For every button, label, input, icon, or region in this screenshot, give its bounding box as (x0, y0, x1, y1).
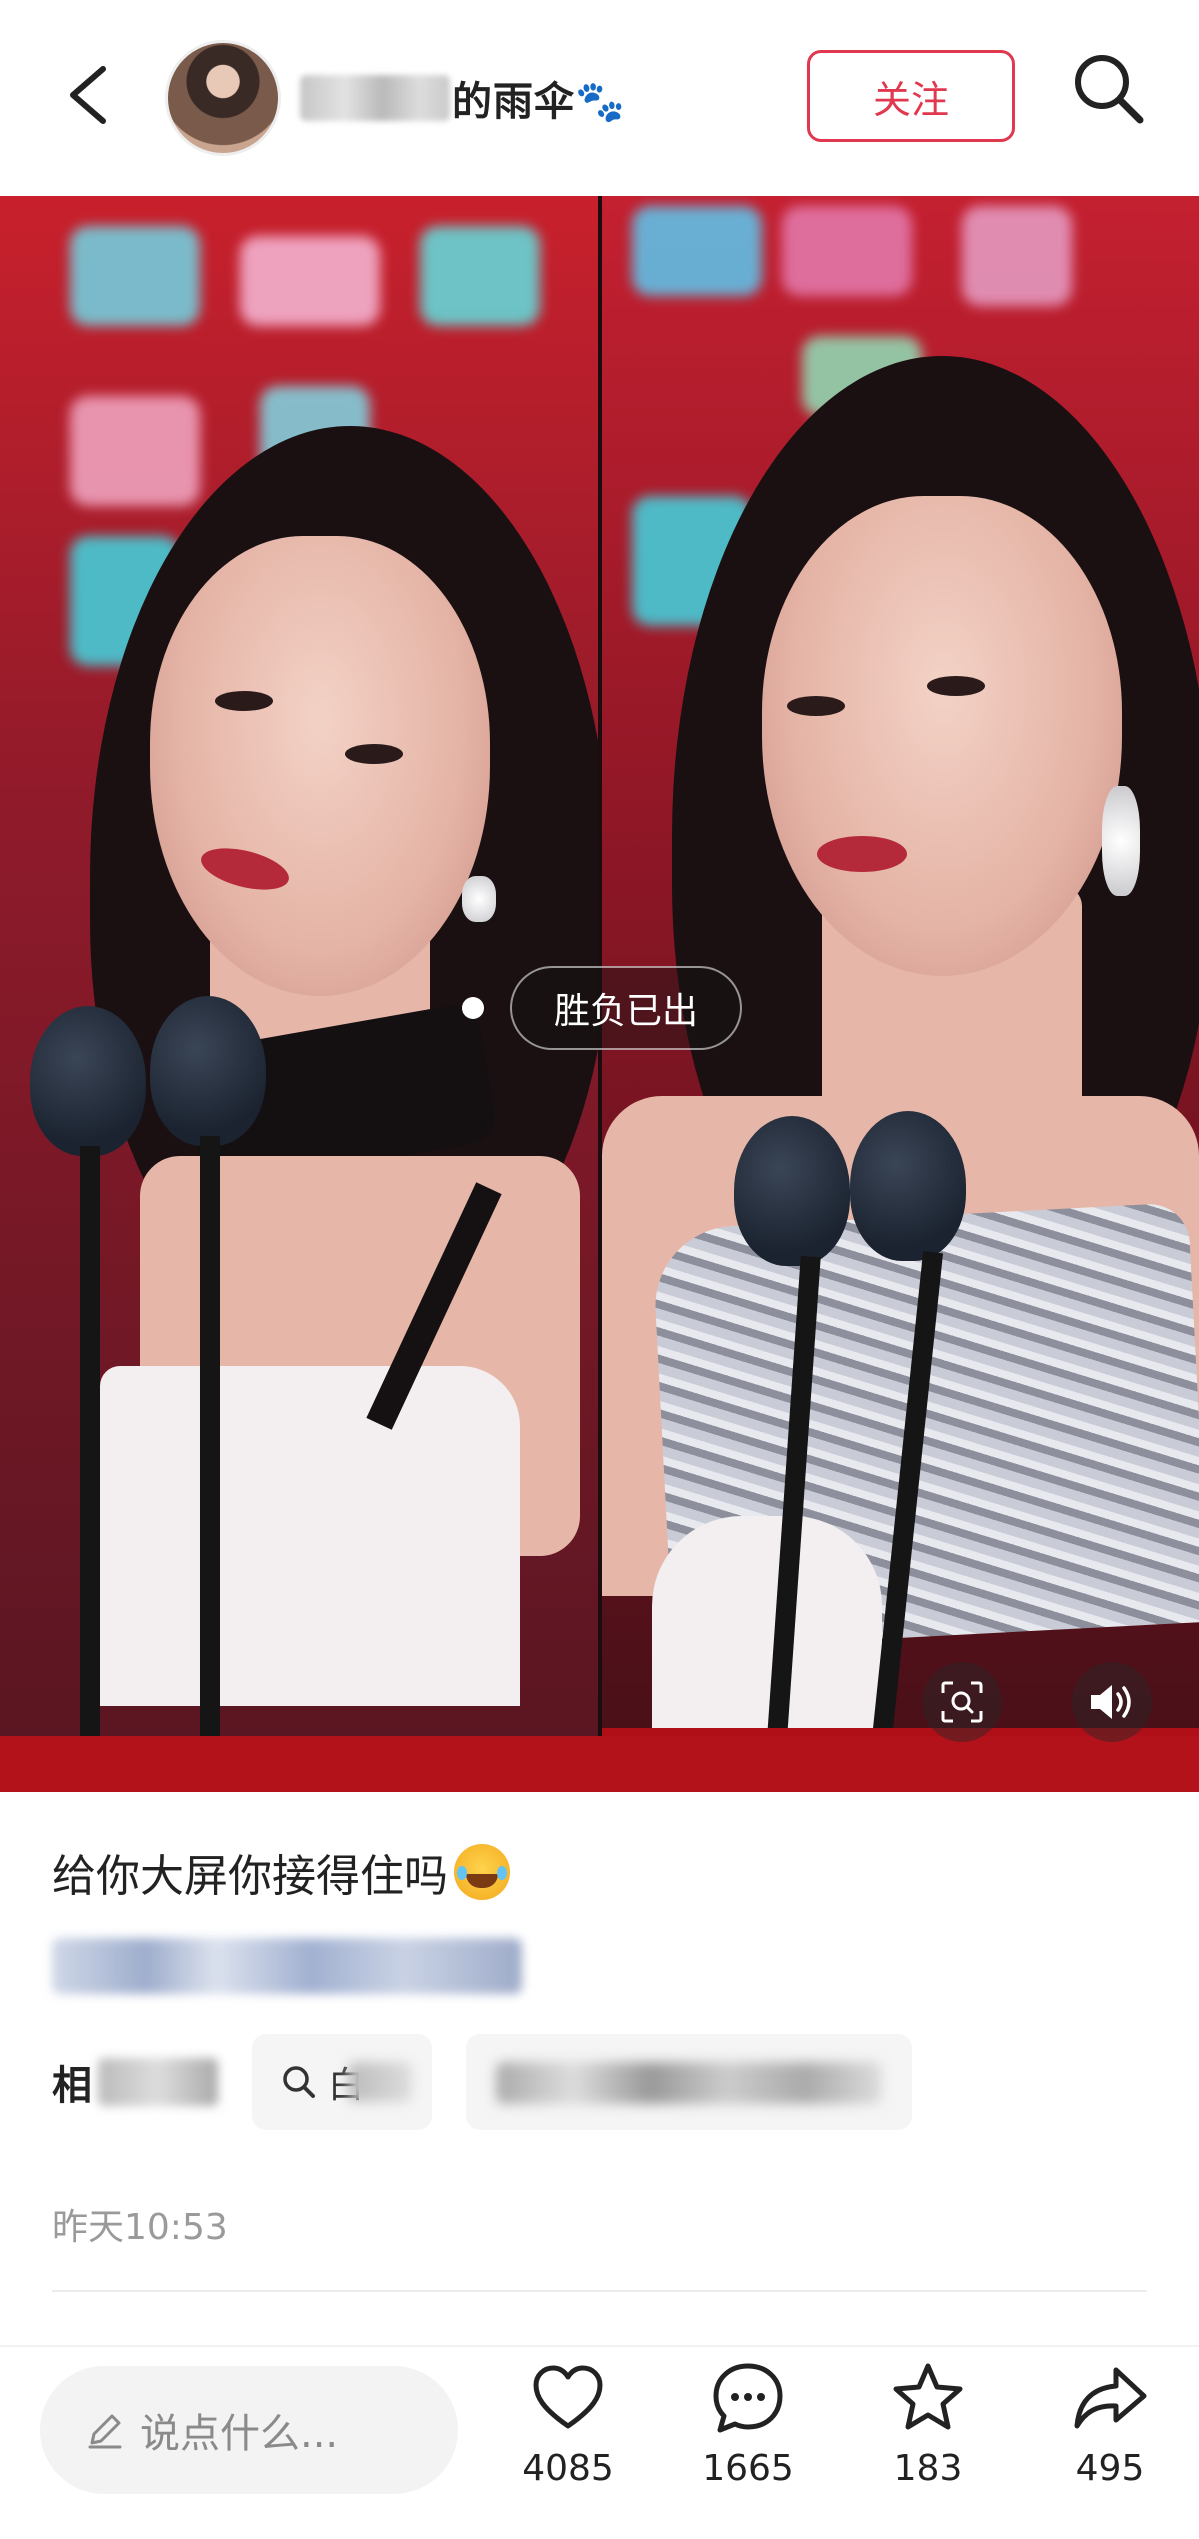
image-tag[interactable]: 胜负已出 (510, 966, 742, 1050)
post-image[interactable]: 胜负已出 (0, 196, 1199, 1792)
related-searches: 相 (52, 2034, 218, 2130)
related-label: 相 (52, 2063, 92, 2109)
laughing-emoji-icon (454, 1844, 510, 1900)
comment-button[interactable]: 1665 (678, 2358, 818, 2508)
comment-input[interactable]: 说点什么... (40, 2366, 458, 2494)
like-count: 4085 (522, 2448, 614, 2489)
image-panel-right (602, 196, 1199, 1728)
chip-text-redacted (348, 2062, 412, 2102)
related-search-chip[interactable]: 白 (252, 2034, 432, 2130)
image-bottom-band (0, 1736, 1199, 1792)
bottom-bar-divider (0, 2345, 1199, 2347)
comment-icon (713, 2363, 783, 2433)
share-count: 495 (1075, 2448, 1145, 2489)
share-icon (1074, 2367, 1147, 2429)
related-search-chip[interactable] (466, 2034, 912, 2130)
image-panel-left (0, 196, 598, 1736)
collect-button[interactable]: 183 (858, 2358, 998, 2508)
tag-anchor-dot[interactable] (462, 997, 484, 1019)
post-detail-page: 的雨伞🐾 关注 胜负已出 给你大屏你接得住吗 相 白 昨天10:53 说点什么.… (0, 0, 1199, 2539)
star-count: 183 (893, 2448, 963, 2489)
search-button[interactable] (1068, 48, 1148, 128)
author-name[interactable]: 的雨伞🐾 (300, 68, 626, 128)
comment-count: 1665 (702, 2448, 794, 2489)
divider (52, 2290, 1147, 2292)
volume-button[interactable] (1072, 1662, 1152, 1742)
post-timestamp: 昨天10:53 (52, 2207, 228, 2248)
username-redacted (300, 75, 450, 121)
share-button[interactable]: 495 (1040, 2358, 1180, 2508)
pen-icon (88, 2414, 122, 2449)
chevron-left-icon (70, 66, 106, 124)
volume-icon (1091, 1685, 1131, 1719)
chip-text-redacted (496, 2062, 882, 2104)
image-search-icon (941, 1681, 983, 1723)
hashtags-redacted[interactable] (52, 1938, 522, 1994)
image-search-button[interactable] (922, 1662, 1002, 1742)
post-caption: 给你大屏你接得住吗 (52, 1840, 510, 1904)
caption-text: 给你大屏你接得住吗 (52, 1851, 448, 1902)
top-bar: 的雨伞🐾 关注 (0, 0, 1199, 196)
comment-placeholder: 说点什么... (140, 2411, 339, 2457)
search-icon (283, 2066, 315, 2098)
related-label-redacted (98, 2058, 218, 2106)
follow-button[interactable]: 关注 (807, 50, 1015, 142)
search-icon (1075, 55, 1144, 124)
username-text: 的雨伞🐾 (452, 79, 626, 125)
like-button[interactable]: 4085 (498, 2358, 638, 2508)
star-icon (893, 2363, 963, 2430)
back-button[interactable] (55, 55, 125, 135)
heart-icon (533, 2365, 603, 2429)
author-avatar[interactable] (165, 40, 281, 156)
